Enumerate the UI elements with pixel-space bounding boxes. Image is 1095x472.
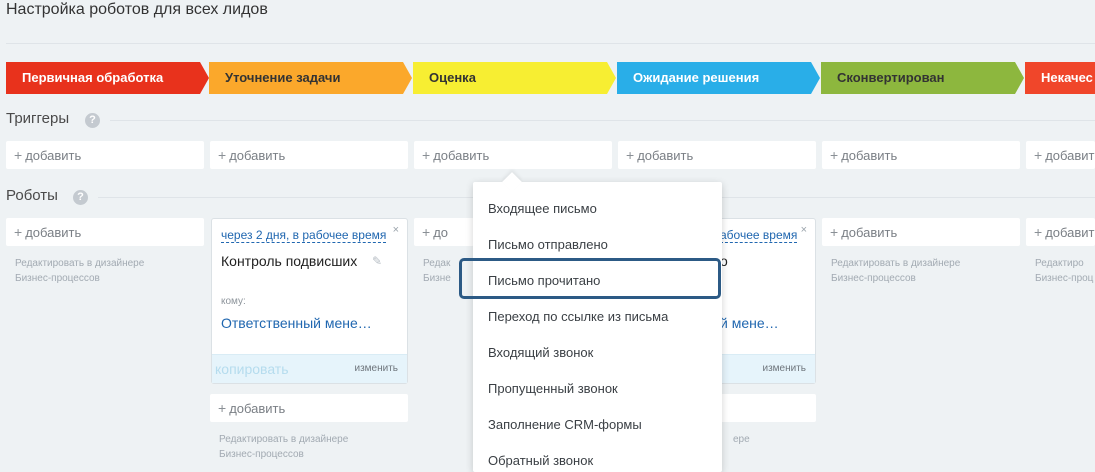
robot-card-footer: копировать изменить — [212, 354, 407, 383]
stage-awaiting-decision[interactable]: Ожидание решения — [617, 62, 820, 94]
bp-designer-link-line: Бизнес-процессов — [831, 273, 916, 284]
stage-primary-processing[interactable]: Первичная обработка — [6, 62, 209, 94]
bp-designer-link[interactable]: Редактировать в дизайнере Бизнес-процессо… — [15, 256, 144, 286]
plus-icon: + — [218, 147, 227, 163]
bp-designer-link-line: Редактировать в дизайнере — [15, 258, 145, 269]
bp-designer-link[interactable]: Редактировать в дизайнере Бизнес-процессо… — [219, 432, 348, 462]
plus-icon: + — [14, 147, 23, 163]
add-label: добавить — [229, 401, 286, 416]
bp-designer-link-line: ере — [733, 434, 750, 445]
stage-label: Сконвертирован — [837, 70, 945, 85]
robot-add-button[interactable]: +добавить — [822, 218, 1020, 246]
trigger-add-button[interactable]: +добавить — [618, 141, 816, 169]
trigger-add-button[interactable]: +добавить — [210, 141, 408, 169]
dropdown-arrow — [502, 172, 522, 192]
menu-item-missed-call[interactable]: Пропущенный звонок — [488, 381, 618, 396]
robot-name: Контроль подвисших — [221, 253, 358, 269]
plus-icon: + — [1034, 147, 1043, 163]
add-label: добавить — [841, 225, 898, 240]
bp-designer-link-line: Бизне — [423, 273, 451, 284]
robot-recipient-value[interactable]: й мене… — [720, 315, 779, 331]
robot-delay-link[interactable]: абочее время — [720, 228, 798, 243]
trigger-add-button[interactable]: +добавить — [414, 141, 612, 169]
plus-icon: + — [14, 224, 23, 240]
add-label: добавить — [1045, 148, 1095, 163]
robot-add-button[interactable]: + до — [414, 218, 474, 246]
bp-designer-link[interactable]: Редактировать в дизайнере Бизнес-процессо… — [831, 256, 960, 286]
robot-add-button[interactable]: +добавить — [210, 394, 408, 422]
stage-converted[interactable]: Сконвертирован — [821, 62, 1024, 94]
bp-designer-link[interactable]: Редак Бизне — [423, 256, 451, 286]
robots-title: Роботы — [6, 187, 58, 204]
robot-add-button[interactable]: +добавить — [6, 218, 204, 246]
triggers-title: Триггеры — [6, 110, 70, 127]
add-label: добавить — [25, 148, 82, 163]
add-label: до — [433, 225, 449, 240]
page-title: Настройка роботов для всех лидов — [6, 1, 268, 18]
add-label: добавить — [25, 225, 82, 240]
title-divider — [6, 43, 1095, 44]
robot-copy-button[interactable]: копировать — [215, 361, 289, 377]
bp-designer-link-line: Бизнес-проц — [1035, 273, 1094, 284]
stage-evaluation[interactable]: Оценка — [413, 62, 616, 94]
menu-item-incoming-email[interactable]: Входящее письмо — [488, 201, 597, 216]
menu-item-incoming-call[interactable]: Входящий звонок — [488, 345, 593, 360]
stage-label: Ожидание решения — [633, 70, 760, 85]
bp-designer-link-line: Редак — [423, 258, 451, 269]
triggers-divider — [110, 120, 1095, 121]
bp-designer-link-line: Редактировать в дизайнере — [219, 434, 349, 445]
trigger-type-menu: Входящее письмо Письмо отправлено Письмо… — [473, 172, 722, 472]
menu-item-callback[interactable]: Обратный звонок — [488, 453, 593, 468]
menu-item-email-sent[interactable]: Письмо отправлено — [488, 237, 608, 252]
add-label: добавить — [637, 148, 694, 163]
plus-icon: + — [422, 147, 431, 163]
trigger-add-button[interactable]: +добавить — [822, 141, 1020, 169]
bp-designer-link[interactable]: ере — [733, 432, 750, 447]
robots-help-icon[interactable]: ? — [73, 190, 88, 205]
close-icon[interactable]: × — [801, 224, 807, 236]
stage-label: Первичная обработка — [22, 70, 164, 85]
stage-low-quality[interactable]: Некачес — [1025, 62, 1095, 94]
stage-task-clarification[interactable]: Уточнение задачи — [209, 62, 412, 94]
add-label: добавить — [841, 148, 898, 163]
robot-recipient-label: кому: — [221, 296, 246, 307]
pencil-icon[interactable]: ✎ — [372, 254, 382, 268]
plus-icon: + — [626, 147, 635, 163]
stage-label: Некачес — [1041, 70, 1093, 85]
stage-label: Уточнение задачи — [225, 70, 341, 85]
bp-designer-link[interactable]: Редактиро Бизнес-проц — [1035, 256, 1093, 286]
bp-designer-link-line: Редактировать в дизайнере — [831, 258, 961, 269]
stage-label: Оценка — [429, 70, 476, 85]
plus-icon: + — [830, 224, 839, 240]
robot-delay-link[interactable]: через 2 дня, в рабочее время — [221, 228, 387, 243]
stage-bar: Первичная обработка Уточнение задачи Оце… — [6, 62, 1095, 94]
plus-icon: + — [830, 147, 839, 163]
menu-item-email-read[interactable]: Письмо прочитано — [488, 273, 600, 288]
close-icon[interactable]: × — [393, 224, 399, 236]
add-label: добавить — [433, 148, 490, 163]
trigger-add-button[interactable]: +добавить — [6, 141, 204, 169]
add-label: добавить — [229, 148, 286, 163]
robot-add-button-partial[interactable] — [720, 394, 816, 422]
robot-card-footer: изменить — [720, 354, 815, 383]
robot-card[interactable]: через 2 дня, в рабочее время × Контроль … — [211, 218, 408, 384]
menu-item-email-link-click[interactable]: Переход по ссылке из письма — [488, 309, 668, 324]
robot-change-button[interactable]: изменить — [762, 363, 806, 374]
plus-icon: + — [218, 400, 227, 416]
plus-icon: + — [422, 224, 431, 240]
plus-icon: + — [1034, 224, 1043, 240]
add-label: добавить — [1045, 225, 1095, 240]
robot-recipient-value[interactable]: Ответственный мене… — [221, 315, 372, 331]
bp-designer-link-line: Редактиро — [1035, 258, 1084, 269]
bp-designer-link-line: Бизнес-процессов — [15, 273, 100, 284]
robot-change-button[interactable]: изменить — [354, 363, 398, 374]
triggers-help-icon[interactable]: ? — [85, 113, 100, 128]
menu-item-crm-form[interactable]: Заполнение CRM-формы — [488, 417, 642, 432]
robot-card[interactable]: абочее время × о й мене… изменить — [720, 218, 816, 384]
trigger-add-button[interactable]: +добавить — [1026, 141, 1095, 169]
robot-add-button[interactable]: +добавить — [1026, 218, 1095, 246]
